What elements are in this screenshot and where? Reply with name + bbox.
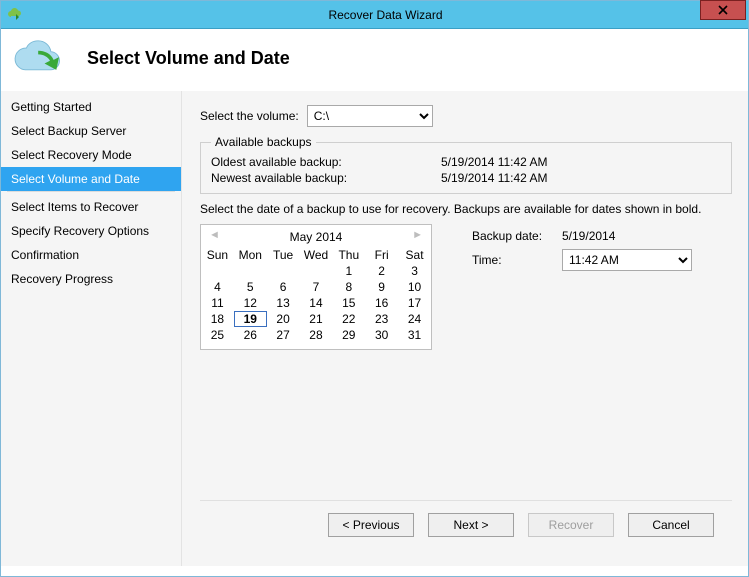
calendar-day-cell[interactable]: 3 [398,263,431,279]
header: Select Volume and Date [1,29,748,91]
calendar[interactable]: ◄ May 2014 ► SunMonTueWedThuFriSat 12345… [200,224,432,350]
step-select-volume-and-date[interactable]: Select Volume and Date [1,167,181,191]
body: Getting Started Select Backup Server Sel… [1,91,748,566]
calendar-day-cell[interactable]: 11 [201,295,234,311]
calendar-day-cell[interactable]: 27 [267,327,300,343]
calendar-month-label: May 2014 [290,230,343,244]
footer-buttons: < Previous Next > Recover Cancel [200,500,732,537]
calendar-day-cell[interactable]: 21 [300,311,333,327]
step-specify-recovery-options[interactable]: Specify Recovery Options [1,219,181,243]
calendar-day-cell[interactable]: 17 [398,295,431,311]
calendar-day-cell[interactable]: 31 [398,327,431,343]
window-title: Recover Data Wizard [23,8,748,22]
calendar-day-cell[interactable]: 13 [267,295,300,311]
close-button[interactable] [700,0,746,20]
calendar-day-cell[interactable]: 1 [332,263,365,279]
oldest-backup-value: 5/19/2014 11:42 AM [441,155,548,169]
calendar-day-cell[interactable]: 18 [201,311,234,327]
calendar-day-cell[interactable]: 12 [234,295,267,311]
calendar-day-cell[interactable]: 16 [365,295,398,311]
wizard-window: Recover Data Wizard Select Volume and Da… [0,0,749,577]
main-panel: Select the volume: C:\ Available backups… [182,91,748,566]
calendar-day-cell[interactable]: 23 [365,311,398,327]
step-select-backup-server[interactable]: Select Backup Server [1,119,181,143]
calendar-day-header: Sat [398,247,431,263]
backup-info: Backup date: 5/19/2014 Time: 11:42 AM [472,224,692,350]
next-button[interactable]: Next > [428,513,514,537]
calendar-day-cell[interactable]: 25 [201,327,234,343]
calendar-day-header: Thu [332,247,365,263]
calendar-day-header: Wed [300,247,333,263]
cloud-restore-icon [11,39,69,77]
calendar-day-cell[interactable]: 26 [234,327,267,343]
calendar-day-cell[interactable]: 15 [332,295,365,311]
calendar-day-header: Mon [234,247,267,263]
calendar-day-cell [300,263,333,279]
titlebar: Recover Data Wizard [1,1,748,29]
calendar-day-cell[interactable]: 29 [332,327,365,343]
calendar-day-cell[interactable]: 30 [365,327,398,343]
volume-label: Select the volume: [200,109,299,123]
backup-date-label: Backup date: [472,229,562,243]
step-select-items-to-recover[interactable]: Select Items to Recover [1,195,181,219]
calendar-day-header: Fri [365,247,398,263]
calendar-day-cell[interactable]: 24 [398,311,431,327]
recover-button[interactable]: Recover [528,513,614,537]
page-title: Select Volume and Date [87,48,290,69]
cancel-button[interactable]: Cancel [628,513,714,537]
calendar-day-cell[interactable]: 20 [267,311,300,327]
calendar-day-cell[interactable]: 22 [332,311,365,327]
available-backups-group: Available backups Oldest available backu… [200,135,732,194]
calendar-day-cell[interactable]: 8 [332,279,365,295]
calendar-prev-icon[interactable]: ◄ [209,229,220,241]
newest-backup-label: Newest available backup: [211,171,441,185]
calendar-day-header: Sun [201,247,234,263]
calendar-day-cell[interactable]: 28 [300,327,333,343]
wizard-steps-sidebar: Getting Started Select Backup Server Sel… [1,91,182,566]
calendar-day-cell[interactable]: 5 [234,279,267,295]
calendar-day-cell [234,263,267,279]
calendar-day-cell[interactable]: 6 [267,279,300,295]
calendar-day-cell[interactable]: 19 [234,311,267,327]
step-recovery-progress[interactable]: Recovery Progress [1,267,181,291]
volume-select[interactable]: C:\ [307,105,433,127]
backup-time-select[interactable]: 11:42 AM [562,249,692,271]
calendar-day-cell[interactable]: 2 [365,263,398,279]
instruction-text: Select the date of a backup to use for r… [200,202,732,216]
calendar-next-icon[interactable]: ► [412,229,423,241]
step-getting-started[interactable]: Getting Started [1,95,181,119]
newest-backup-value: 5/19/2014 11:42 AM [441,171,548,185]
backup-time-label: Time: [472,253,562,267]
calendar-day-cell [201,263,234,279]
calendar-grid: SunMonTueWedThuFriSat 123456789101112131… [201,247,431,343]
calendar-day-cell[interactable]: 10 [398,279,431,295]
calendar-day-cell[interactable]: 7 [300,279,333,295]
available-backups-legend: Available backups [211,135,316,149]
step-confirmation[interactable]: Confirmation [1,243,181,267]
step-select-recovery-mode[interactable]: Select Recovery Mode [1,143,181,167]
calendar-day-cell[interactable]: 9 [365,279,398,295]
oldest-backup-label: Oldest available backup: [211,155,441,169]
volume-row: Select the volume: C:\ [200,105,732,127]
calendar-day-cell[interactable]: 14 [300,295,333,311]
sidebar-separator [7,191,175,192]
app-icon [7,7,23,23]
previous-button[interactable]: < Previous [328,513,414,537]
calendar-day-cell[interactable]: 4 [201,279,234,295]
calendar-day-cell [267,263,300,279]
calendar-day-header: Tue [267,247,300,263]
backup-date-value: 5/19/2014 [562,229,615,243]
